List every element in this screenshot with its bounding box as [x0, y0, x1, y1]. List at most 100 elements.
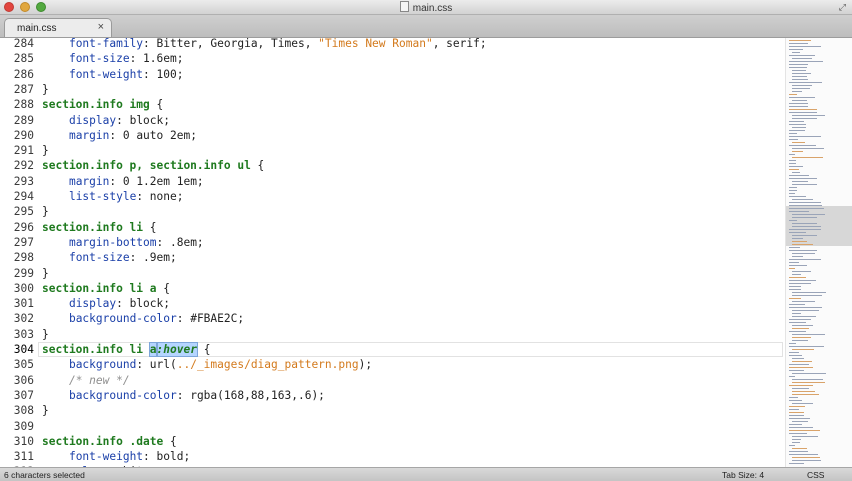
line-number: 298 [13, 251, 34, 265]
minimap-line [792, 172, 800, 173]
window-title: main.css [412, 3, 453, 14]
minimap-line [792, 295, 822, 296]
code-token: : url( [136, 358, 177, 372]
code-token: "Times New Roman" [318, 38, 433, 50]
tab-size-status[interactable]: Tab Size: 4 [722, 470, 764, 480]
code-token: section.info li [42, 343, 150, 356]
minimap-line [789, 322, 806, 323]
code-token: : 0 auto 2em; [109, 128, 197, 142]
minimap-line [792, 70, 806, 71]
minimap-line [789, 250, 817, 251]
code-token: { [163, 434, 177, 448]
minimap-line [789, 43, 808, 44]
line-number: 294 [13, 190, 34, 203]
code-token: : 0 1.2em 1em; [109, 174, 204, 188]
code-token: } [42, 82, 49, 96]
minimap-line [792, 361, 812, 362]
line-number: 311 [13, 450, 34, 464]
code-editor[interactable]: 284 font-family: Bitter, Georgia, Times,… [0, 38, 785, 467]
minimap-line [792, 148, 824, 149]
line-number: 302 [13, 312, 34, 326]
minimap-line [792, 310, 819, 311]
minimap-line [789, 445, 795, 446]
code-text: section.info li a { [42, 281, 170, 296]
code-token: } [42, 327, 49, 341]
minimap-line [789, 409, 799, 410]
code-token: ../_images/diag_pattern.png [176, 358, 359, 372]
line-number: 293 [13, 174, 34, 188]
minimap-line [789, 136, 821, 137]
minimap-line [789, 106, 808, 107]
minimap-line [789, 187, 797, 188]
minimap-line [792, 52, 800, 53]
minimap-line [789, 97, 815, 98]
minimap-line [792, 442, 800, 443]
syntax-status[interactable]: CSS [807, 470, 824, 480]
minimap-line [789, 121, 804, 122]
minimap-line [792, 436, 818, 437]
minimap-line [792, 118, 817, 119]
code-text: background-color: #FBAE2C; [42, 311, 244, 326]
minimap-line [792, 358, 804, 359]
selected-text: a [148, 342, 158, 357]
code-text: /* new */ [42, 373, 130, 388]
minimap-line [789, 145, 816, 146]
minimap-line [792, 457, 820, 458]
code-text: display: block; [42, 113, 170, 128]
minimap-line [789, 418, 810, 419]
minimap-line [789, 265, 807, 266]
code-token: section.info p, section.info ul [42, 159, 251, 173]
tab-bar: main.css × [0, 15, 852, 38]
minimap-line [792, 100, 807, 101]
minimap-line [792, 403, 813, 404]
minimap-line [789, 124, 806, 125]
code-token: /* new */ [68, 373, 130, 387]
code-token: { [250, 159, 265, 173]
line-number: 300 [13, 281, 34, 295]
code-token: margin [68, 128, 110, 142]
minimap-line [792, 337, 811, 338]
minimap-line [789, 82, 822, 83]
code-token: } [42, 205, 49, 219]
minimap-line [792, 88, 810, 89]
minimap-line [789, 190, 797, 191]
code-text: section.info li { [42, 220, 157, 235]
minimap-line [789, 193, 795, 194]
code-token: { [149, 98, 164, 112]
code-token: } [42, 404, 49, 418]
line-number: 306 [13, 373, 34, 387]
line-number: 287 [13, 82, 34, 96]
minimap[interactable] [785, 38, 852, 467]
line-number: 284 [13, 38, 34, 50]
minimap-line [789, 49, 803, 50]
code-token: } [42, 266, 49, 280]
code-token: : bold; [143, 450, 191, 464]
minimap-line [789, 277, 806, 278]
minimap-line [792, 313, 801, 314]
minimap-line [789, 454, 818, 455]
fullscreen-icon[interactable]: ⤢ [839, 2, 846, 13]
minimap-line [789, 109, 817, 110]
minimap-line [792, 181, 808, 182]
minimap-line [789, 94, 797, 95]
minimap-line [789, 304, 805, 305]
code-text: font-weight: bold; [42, 449, 190, 464]
minimap-line [792, 379, 823, 380]
selected-text: :hover [155, 342, 198, 357]
line-number: 295 [13, 205, 34, 219]
tab-main-css[interactable]: main.css × [4, 18, 112, 37]
minimap-line [789, 112, 817, 113]
minimap-line [789, 406, 805, 407]
minimap-line [792, 217, 817, 218]
code-token: background-color [68, 388, 177, 402]
minimap-line [792, 157, 823, 158]
code-text: section.info img { [42, 97, 163, 112]
code-text: section.info .date { [42, 434, 177, 449]
code-token: section.info .date [42, 434, 164, 448]
close-icon[interactable]: × [98, 21, 104, 33]
